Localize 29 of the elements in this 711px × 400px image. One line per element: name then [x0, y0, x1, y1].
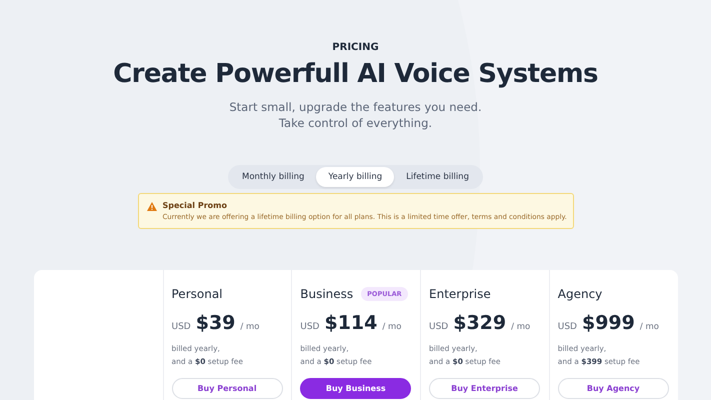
price-period: / mo — [240, 322, 260, 332]
plan-price: $329 — [453, 312, 506, 334]
currency: USD — [429, 322, 448, 332]
subtitle: Take control of everything. — [278, 115, 432, 131]
price-period: / mo — [382, 322, 402, 332]
billing-tab[interactable]: Monthly billing — [230, 167, 316, 187]
buy-button[interactable]: Buy Personal — [172, 378, 282, 399]
price-period: / mo — [511, 322, 530, 332]
plan-name: Enterprise — [429, 287, 491, 301]
buy-button[interactable]: Buy Business — [300, 378, 412, 399]
plan-name: Personal — [172, 287, 223, 301]
currency: USD — [558, 322, 577, 332]
buy-button[interactable]: Buy Enterprise — [429, 378, 540, 399]
plan-name: Business — [300, 287, 354, 301]
promo-title: Special Promo — [162, 201, 228, 210]
currency: USD — [300, 322, 320, 332]
plan-price: $999 — [582, 312, 635, 334]
buy-button[interactable]: Buy Agency — [558, 378, 669, 399]
price-period: / mo — [640, 322, 659, 332]
plan-name: Agency — [558, 287, 602, 301]
plan-price: $114 — [324, 312, 378, 334]
plan-price: $39 — [196, 312, 236, 334]
currency: USD — [172, 322, 191, 332]
billing-tab[interactable]: Lifetime billing — [394, 167, 481, 187]
subtitle: Start small, upgrade the features you need. — [229, 99, 482, 115]
warning-icon — [146, 202, 156, 211]
section-label: PRICING — [332, 42, 379, 53]
billing-tab[interactable]: Yearly billing — [316, 167, 394, 187]
page-title: Create Powerfull AI Voice Systems — [113, 59, 598, 89]
